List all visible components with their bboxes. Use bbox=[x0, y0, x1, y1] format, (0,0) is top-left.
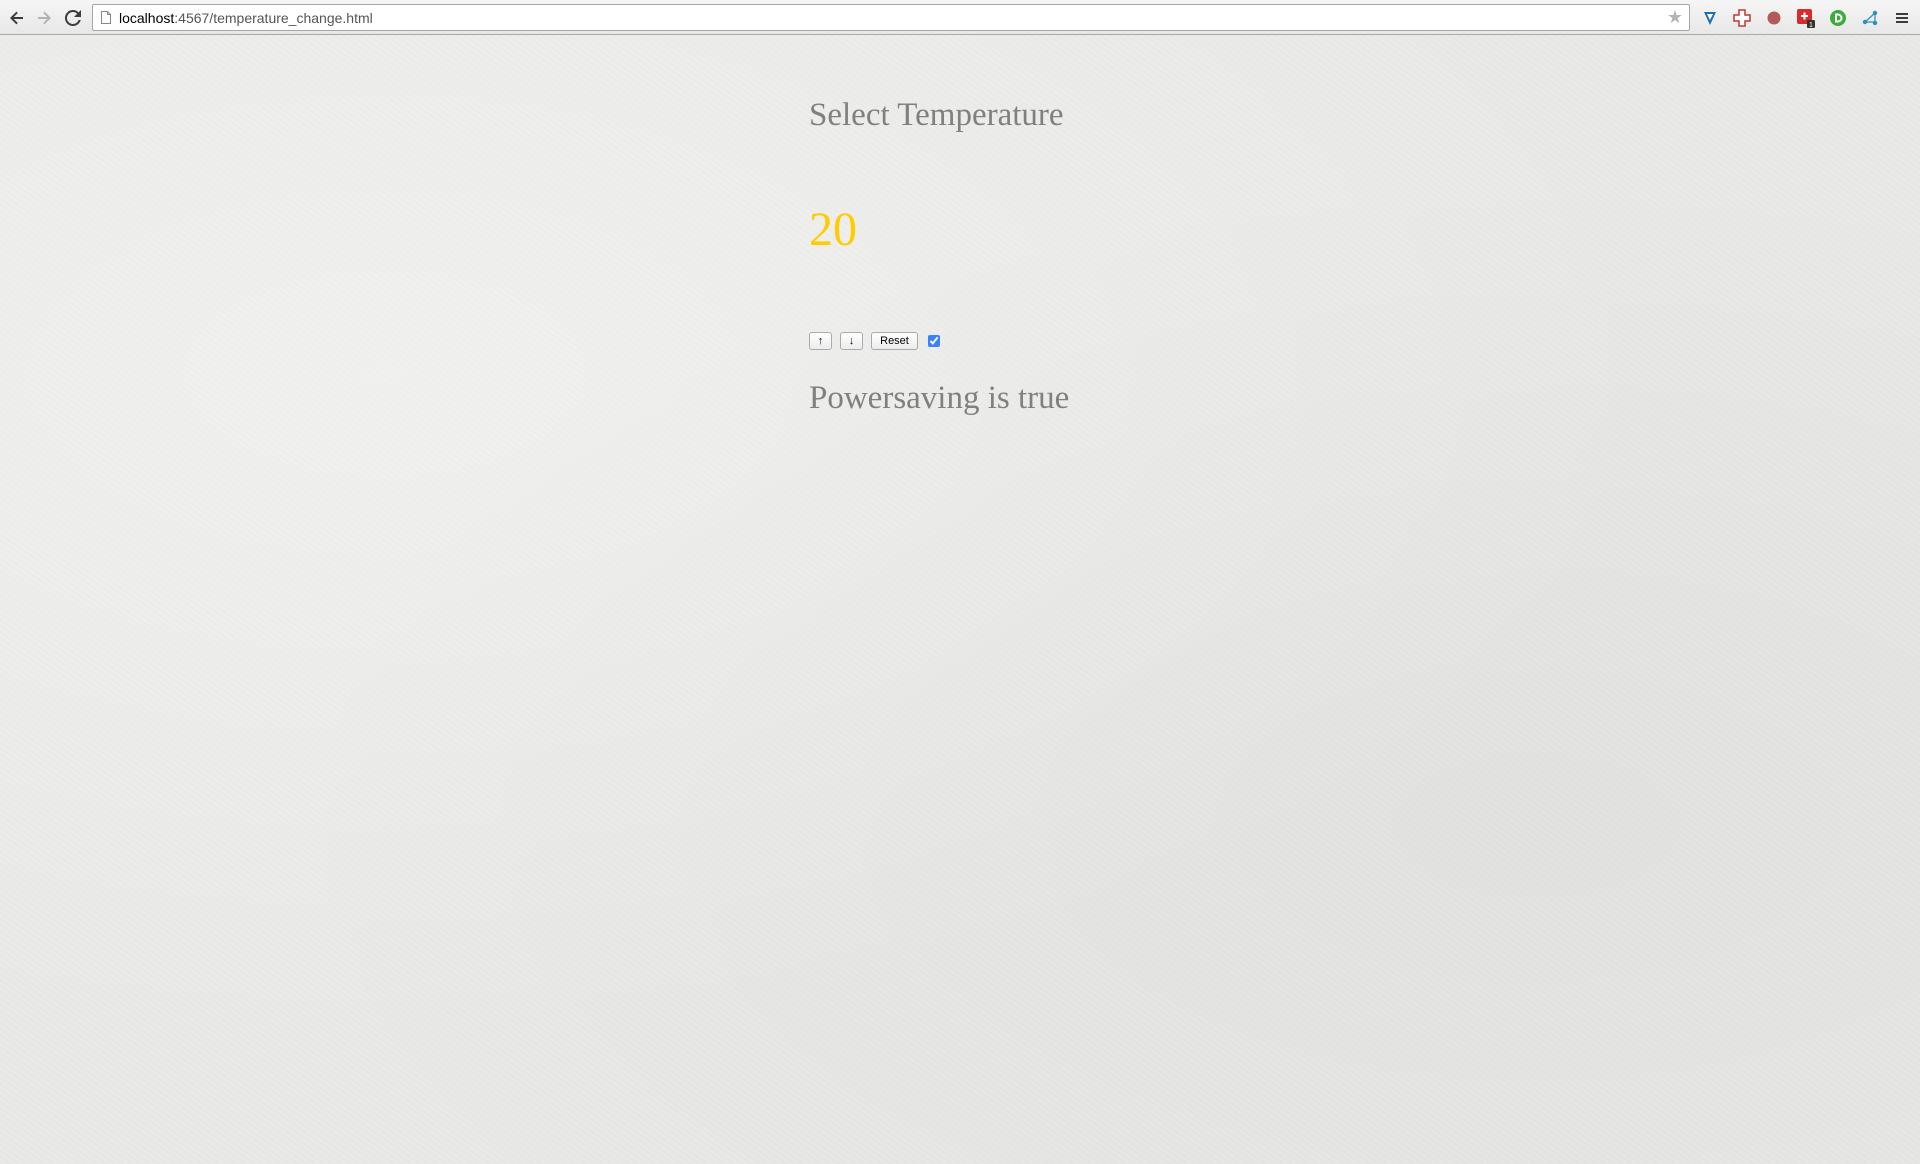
red-cross-extension-icon[interactable] bbox=[1732, 8, 1752, 28]
url-text: localhost:4567/temperature_change.html bbox=[119, 10, 373, 26]
forward-arrow-icon[interactable] bbox=[33, 7, 55, 29]
url-host: localhost bbox=[119, 10, 175, 26]
reset-button[interactable]: Reset bbox=[871, 332, 918, 350]
v-shield-extension-icon[interactable] bbox=[1700, 8, 1720, 28]
network-extension-icon[interactable] bbox=[1860, 8, 1880, 28]
bookmark-star-icon[interactable]: ★ bbox=[1667, 8, 1683, 26]
temperature-controls: ↑ ↓ Reset bbox=[809, 332, 940, 350]
back-arrow-icon[interactable] bbox=[6, 7, 28, 29]
url-path: :4567/temperature_change.html bbox=[174, 10, 373, 26]
page-content: Select Temperature 20 ↑ ↓ Reset Powersav… bbox=[0, 35, 1920, 1164]
temperature-value: 20 bbox=[809, 203, 857, 256]
red-puzzle-extension-icon[interactable]: 1 bbox=[1796, 8, 1816, 28]
svg-text:1: 1 bbox=[1809, 22, 1813, 28]
powersaving-status: Powersaving is true bbox=[809, 380, 1070, 416]
green-d-extension-icon[interactable] bbox=[1828, 8, 1848, 28]
increase-temperature-button[interactable]: ↑ bbox=[809, 332, 832, 350]
page-title: Select Temperature bbox=[809, 97, 1064, 133]
red-circle-extension-icon[interactable] bbox=[1764, 8, 1784, 28]
menu-icon[interactable] bbox=[1892, 8, 1912, 28]
browser-toolbar: localhost:4567/temperature_change.html ★… bbox=[0, 0, 1920, 35]
address-bar[interactable]: localhost:4567/temperature_change.html ★ bbox=[92, 4, 1690, 31]
powersaving-checkbox[interactable] bbox=[928, 335, 940, 347]
temperature-panel: Select Temperature 20 ↑ ↓ Reset Powersav… bbox=[809, 95, 1209, 416]
page-icon bbox=[101, 11, 111, 24]
decrease-temperature-button[interactable]: ↓ bbox=[840, 332, 863, 350]
reload-icon[interactable] bbox=[62, 7, 84, 29]
